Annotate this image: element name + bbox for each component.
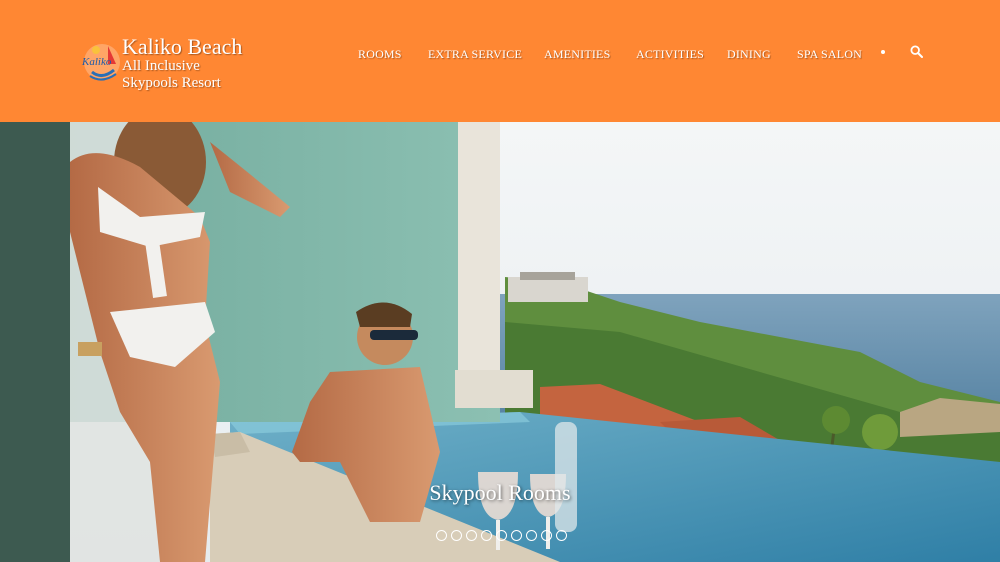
nav-item-activities[interactable]: ACTIVITIES	[636, 47, 704, 62]
logo-text: Kaliko	[81, 56, 112, 68]
nav-item-extra-service[interactable]: EXTRA SERVICE	[428, 47, 522, 62]
slider-pagination	[436, 530, 567, 541]
search-icon[interactable]	[910, 45, 923, 58]
nav-item-spa-salon[interactable]: SPA SALON	[797, 47, 862, 62]
slider-dot-9[interactable]	[556, 530, 567, 541]
nav-item-rooms[interactable]: ROOMS	[358, 47, 402, 62]
site-header: Kaliko Kaliko Beach All Inclusive Skypoo…	[0, 0, 1000, 122]
slider-dot-8[interactable]	[541, 530, 552, 541]
slider-dot-4[interactable]	[481, 530, 492, 541]
hero-slider: Skypool Rooms	[0, 122, 1000, 562]
slider-dot-3[interactable]	[466, 530, 477, 541]
nav-item-amenities[interactable]: AMENITIES	[544, 47, 610, 62]
slider-dot-1[interactable]	[436, 530, 447, 541]
slider-dot-2[interactable]	[451, 530, 462, 541]
slider-dot-6[interactable]	[511, 530, 522, 541]
nav-item-dining[interactable]: DINING	[727, 47, 771, 62]
brand-tagline-2: Skypools Resort	[122, 75, 221, 91]
slider-dot-7[interactable]	[526, 530, 537, 541]
slide-caption: Skypool Rooms	[429, 480, 571, 505]
brand-tagline: All Inclusive	[122, 58, 200, 74]
brand-name[interactable]: Kaliko Beach	[122, 34, 242, 60]
nav-more-dot[interactable]	[881, 50, 885, 54]
slider-dot-5[interactable]	[496, 530, 507, 541]
kaliko-logo[interactable]: Kaliko	[80, 40, 124, 86]
